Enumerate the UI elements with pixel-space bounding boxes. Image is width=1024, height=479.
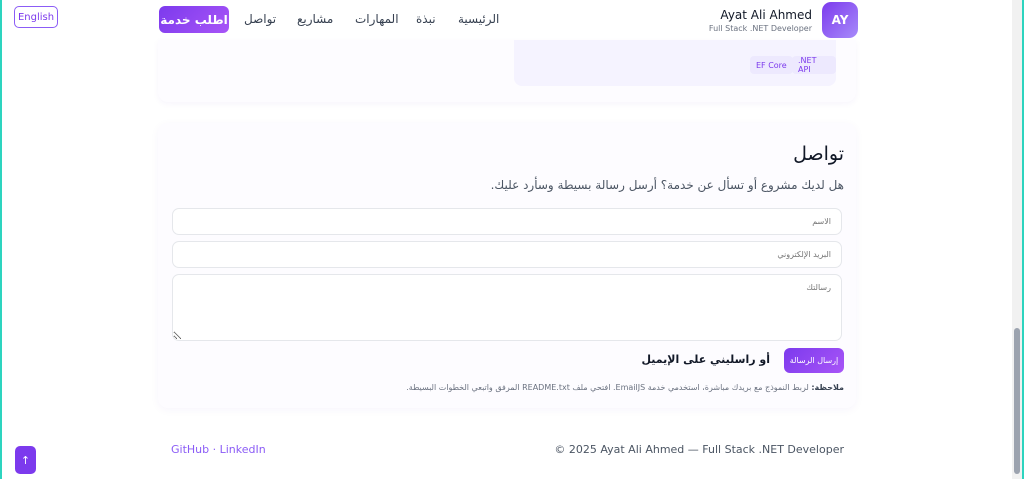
brand-name: Ayat Ali Ahmed bbox=[720, 8, 812, 22]
footer-social-links[interactable]: GitHub · LinkedIn bbox=[171, 443, 266, 456]
project-card: EF Core .NET API bbox=[514, 40, 836, 86]
section-subtitle: هل لديك مشروع أو تسأل عن خدمة؟ أرسل رسال… bbox=[490, 178, 844, 192]
name-input[interactable] bbox=[172, 208, 842, 235]
tech-chip: EF Core bbox=[750, 56, 793, 74]
scrollbar-thumb[interactable] bbox=[1014, 328, 1020, 474]
send-message-button[interactable]: إرسال الرسالة bbox=[784, 348, 844, 373]
nav-link-home[interactable]: الرئيسية bbox=[458, 12, 499, 26]
brand-subtitle: Full Stack .NET Developer bbox=[708, 24, 812, 33]
scroll-to-top-button[interactable]: ↑ bbox=[15, 446, 36, 474]
site-header: اطلب خدمة تواصل مشاريع المهارات نبذة الر… bbox=[158, 0, 858, 40]
nav-link-projects[interactable]: مشاريع bbox=[297, 12, 333, 26]
projects-section: EF Core .NET API bbox=[158, 40, 856, 102]
section-title: تواصل bbox=[793, 143, 844, 165]
note-text: لربط النموذج مع بريدك مباشرة، استخدمي خد… bbox=[406, 383, 809, 392]
message-textarea[interactable] bbox=[172, 274, 842, 341]
language-toggle-button[interactable]: English bbox=[14, 6, 58, 28]
email-link[interactable]: أو راسليني على الإيميل bbox=[641, 353, 770, 366]
arrow-up-icon: ↑ bbox=[20, 453, 31, 467]
footer-copyright: © 2025 Ayat Ali Ahmed — Full Stack .NET … bbox=[554, 443, 844, 456]
nav-link-skills[interactable]: المهارات bbox=[355, 12, 399, 26]
tech-chip: .NET API bbox=[792, 56, 836, 74]
note-label: ملاحظة: bbox=[811, 383, 844, 392]
window-frame-left bbox=[0, 0, 2, 479]
contact-section: تواصل هل لديك مشروع أو تسأل عن خدمة؟ أرس… bbox=[158, 123, 856, 408]
brand-logo[interactable]: AY bbox=[822, 2, 858, 38]
setup-note: ملاحظة: لربط النموذج مع بريدك مباشرة، اس… bbox=[406, 383, 844, 392]
request-service-button[interactable]: اطلب خدمة bbox=[159, 6, 229, 33]
email-input[interactable] bbox=[172, 241, 842, 268]
nav-link-about[interactable]: نبذة bbox=[416, 12, 436, 26]
nav-link-contact[interactable]: تواصل bbox=[244, 12, 276, 26]
